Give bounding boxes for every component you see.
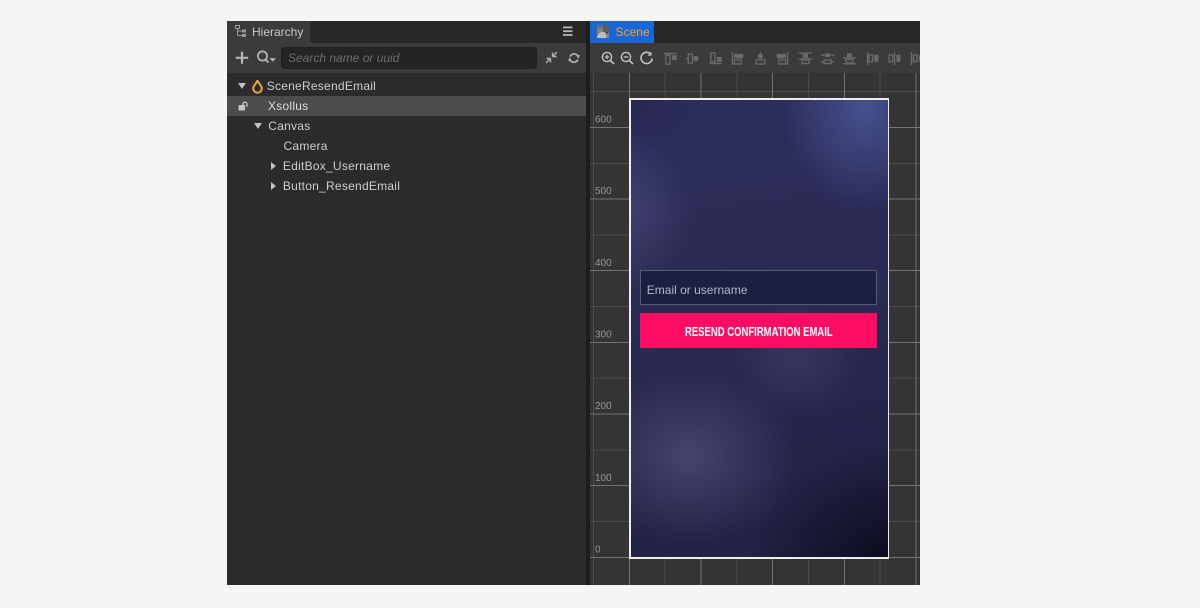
svg-text:500: 500	[595, 186, 612, 197]
svg-text:400: 400	[595, 258, 612, 269]
svg-text:0: 0	[595, 544, 601, 555]
svg-text:600: 600	[595, 115, 612, 126]
svg-text:100: 100	[595, 473, 612, 484]
svg-text:300: 300	[595, 330, 612, 341]
svg-text:200: 200	[595, 401, 612, 412]
